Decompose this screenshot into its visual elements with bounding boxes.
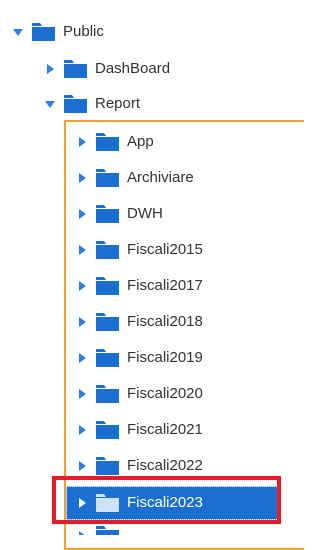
tree-node-partial[interactable] xyxy=(66,526,281,535)
tree-node-dwh[interactable]: DWH xyxy=(76,202,163,226)
tree-node-label: Fiscali2017 xyxy=(127,277,203,294)
tree-node-label: Public xyxy=(63,23,104,40)
tree-node-public[interactable]: Public xyxy=(12,20,104,44)
chevron-down-icon[interactable] xyxy=(12,26,24,38)
folder-icon xyxy=(64,60,87,78)
chevron-right-icon[interactable] xyxy=(76,352,88,364)
tree-node-label: Fiscali2021 xyxy=(127,421,203,438)
chevron-down-icon[interactable] xyxy=(44,98,56,110)
folder-icon xyxy=(96,133,119,151)
chevron-right-icon[interactable] xyxy=(76,280,88,292)
tree-node-label: Fiscali2020 xyxy=(127,385,203,402)
folder-tree: Public DashBoard Report App Archiviare D… xyxy=(0,0,304,550)
tree-node-label: DashBoard xyxy=(95,60,171,77)
folder-icon xyxy=(96,169,119,187)
tree-node-fiscali2021[interactable]: Fiscali2021 xyxy=(76,418,203,442)
chevron-right-icon[interactable] xyxy=(76,316,88,328)
tree-node-fiscali2023[interactable]: Fiscali2023 xyxy=(76,491,203,515)
chevron-right-icon[interactable] xyxy=(76,460,88,472)
tree-node-label: Fiscali2015 xyxy=(127,241,203,258)
chevron-right-icon[interactable] xyxy=(76,497,88,509)
tree-node-fiscali2023-selected[interactable]: Fiscali2023 xyxy=(66,486,281,520)
tree-node-app[interactable]: App xyxy=(76,130,154,154)
tree-node-fiscali2015[interactable]: Fiscali2015 xyxy=(76,238,203,262)
tree-node-dashboard[interactable]: DashBoard xyxy=(44,57,170,81)
folder-icon xyxy=(96,494,119,512)
folder-icon xyxy=(96,457,119,475)
chevron-right-icon[interactable] xyxy=(76,388,88,400)
tree-node-label: Report xyxy=(95,95,141,112)
folder-icon xyxy=(96,313,119,331)
tree-node-label: Archiviare xyxy=(127,169,194,186)
folder-icon xyxy=(32,23,55,41)
tree-node-fiscali2020[interactable]: Fiscali2020 xyxy=(76,382,203,406)
tree-node-report[interactable]: Report xyxy=(44,92,140,116)
folder-icon xyxy=(96,526,119,535)
tree-node-fiscali2019[interactable]: Fiscali2019 xyxy=(76,346,203,370)
tree-node-fiscali2017[interactable]: Fiscali2017 xyxy=(76,274,203,298)
tree-node-label: App xyxy=(127,133,154,150)
chevron-right-icon[interactable] xyxy=(44,63,56,75)
chevron-right-icon[interactable] xyxy=(76,529,88,535)
chevron-right-icon[interactable] xyxy=(76,244,88,256)
chevron-right-icon[interactable] xyxy=(76,424,88,436)
chevron-right-icon[interactable] xyxy=(76,172,88,184)
folder-icon xyxy=(96,277,119,295)
chevron-right-icon[interactable] xyxy=(76,136,88,148)
tree-node-label: DWH xyxy=(127,205,163,222)
tree-node-archiviare[interactable]: Archiviare xyxy=(76,166,194,190)
folder-icon xyxy=(96,349,119,367)
tree-node-label: Fiscali2019 xyxy=(127,349,203,366)
folder-icon xyxy=(64,95,87,113)
tree-node-fiscali2018[interactable]: Fiscali2018 xyxy=(76,310,203,334)
folder-icon xyxy=(96,385,119,403)
folder-icon xyxy=(96,205,119,223)
chevron-right-icon[interactable] xyxy=(76,208,88,220)
tree-node-label: Fiscali2023 xyxy=(127,494,203,511)
folder-icon xyxy=(96,421,119,439)
tree-node-fiscali2022[interactable]: Fiscali2022 xyxy=(76,454,203,478)
tree-node-label: Fiscali2022 xyxy=(127,457,203,474)
folder-icon xyxy=(96,241,119,259)
tree-node-label: Fiscali2018 xyxy=(127,313,203,330)
